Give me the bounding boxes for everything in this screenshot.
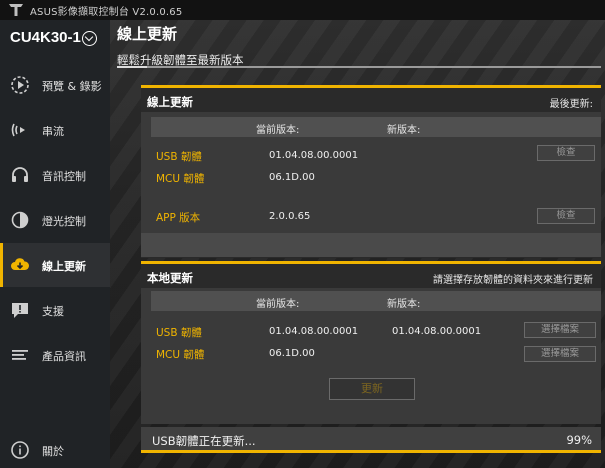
tuf-logo-icon xyxy=(9,4,23,16)
headphones-icon xyxy=(12,167,28,182)
sidebar-item-label: 燈光控制 xyxy=(42,215,86,228)
sidebar-item-online-update[interactable]: 線上更新 xyxy=(0,243,110,287)
device-name: CU4K30-1 xyxy=(10,29,81,46)
app-version-label: APP 版本 xyxy=(156,212,201,224)
mcu-firmware-label: MCU 韌體 xyxy=(156,173,205,185)
check-button[interactable]: 檢查 xyxy=(537,145,595,161)
sidebar-item-label: 音訊控制 xyxy=(42,170,86,183)
choose-file-mcu-button[interactable]: 選擇檔案 xyxy=(524,346,596,362)
product-info-icon xyxy=(12,350,28,360)
update-status-bar: USB韌體正在更新... 99% xyxy=(141,427,601,453)
title-bar: ASUS影像擷取控制台 V2.0.0.65 xyxy=(0,0,605,20)
app-version-current: 2.0.0.65 xyxy=(269,211,311,222)
col-current-version: 當前版本: xyxy=(256,299,300,310)
status-percent: 99% xyxy=(566,433,592,447)
mcu-firmware-current: 06.1D.00 xyxy=(269,348,315,359)
cloud-download-icon xyxy=(11,258,30,270)
main-content: 線上更新 輕鬆升級韌體至最新版本 線上更新 最後更新: 當前版本: 新版本: U… xyxy=(110,20,605,468)
sidebar-item-label: 產品資訊 xyxy=(42,350,86,363)
sidebar-item-audio[interactable]: 音訊控制 xyxy=(0,153,110,197)
online-column-header: 當前版本: 新版本: xyxy=(151,117,601,137)
status-text: USB韌體正在更新... xyxy=(152,434,256,448)
sidebar-item-preview-record[interactable]: 預覽 & 錄影 xyxy=(0,63,110,107)
play-circle-icon xyxy=(11,76,29,94)
usb-firmware-current: 01.04.08.00.0001 xyxy=(269,326,359,337)
sidebar-item-product-info[interactable]: 產品資訊 xyxy=(0,333,110,377)
mcu-firmware-current: 06.1D.00 xyxy=(269,172,315,183)
info-icon xyxy=(11,441,29,459)
panel-separator xyxy=(141,233,601,258)
sidebar-item-label: 串流 xyxy=(42,125,64,138)
usb-firmware-label: USB 韌體 xyxy=(156,327,202,339)
usb-firmware-label: USB 韌體 xyxy=(156,151,202,163)
sidebar-item-label: 關於 xyxy=(42,445,64,458)
local-update-header: 本地更新 請選擇存放韌體的資料夾來進行更新 xyxy=(141,264,601,288)
support-icon xyxy=(12,303,28,318)
sidebar-item-support[interactable]: 支援 xyxy=(0,288,110,332)
mcu-firmware-label: MCU 韌體 xyxy=(156,349,205,361)
sidebar-item-lighting[interactable]: 燈光控制 xyxy=(0,198,110,242)
stream-icon xyxy=(11,123,25,137)
local-column-header: 當前版本: 新版本: xyxy=(151,291,601,311)
last-update-label: 最後更新: xyxy=(549,99,593,110)
col-new-version: 新版本: xyxy=(387,299,421,310)
online-update-title: 線上更新 xyxy=(147,95,193,109)
local-update-hint: 請選擇存放韌體的資料夾來進行更新 xyxy=(433,275,593,286)
col-new-version: 新版本: xyxy=(387,125,421,136)
title-divider xyxy=(117,66,601,68)
local-update-title: 本地更新 xyxy=(147,271,193,285)
sidebar-item-about[interactable]: 關於 xyxy=(0,430,110,468)
online-update-header: 線上更新 最後更新: xyxy=(141,88,601,112)
device-dropdown-chevron-icon[interactable] xyxy=(82,31,97,46)
usb-firmware-current: 01.04.08.00.0001 xyxy=(269,150,359,161)
app-title: ASUS影像擷取控制台 V2.0.0.65 xyxy=(30,7,183,18)
update-button[interactable]: 更新 xyxy=(329,378,415,400)
col-current-version: 當前版本: xyxy=(256,125,300,136)
online-update-panel: 線上更新 最後更新: 當前版本: 新版本: USB 韌體 01.04.08.00… xyxy=(141,85,601,233)
sidebar-item-streaming[interactable]: 串流 xyxy=(0,108,110,152)
sidebar-item-label: 支援 xyxy=(42,305,64,318)
sidebar-item-label: 線上更新 xyxy=(42,260,86,273)
page-title: 線上更新 xyxy=(117,25,178,43)
usb-firmware-new: 01.04.08.00.0001 xyxy=(392,326,482,337)
check-app-button[interactable]: 檢查 xyxy=(537,208,595,224)
choose-file-usb-button[interactable]: 選擇檔案 xyxy=(524,322,596,338)
sidebar: CU4K30-1 預覽 & 錄影 串流 音訊控制 燈光控制 線上更新 支援 產品… xyxy=(0,20,110,468)
sidebar-item-label: 預覽 & 錄影 xyxy=(42,80,102,93)
lighting-icon xyxy=(11,211,29,229)
